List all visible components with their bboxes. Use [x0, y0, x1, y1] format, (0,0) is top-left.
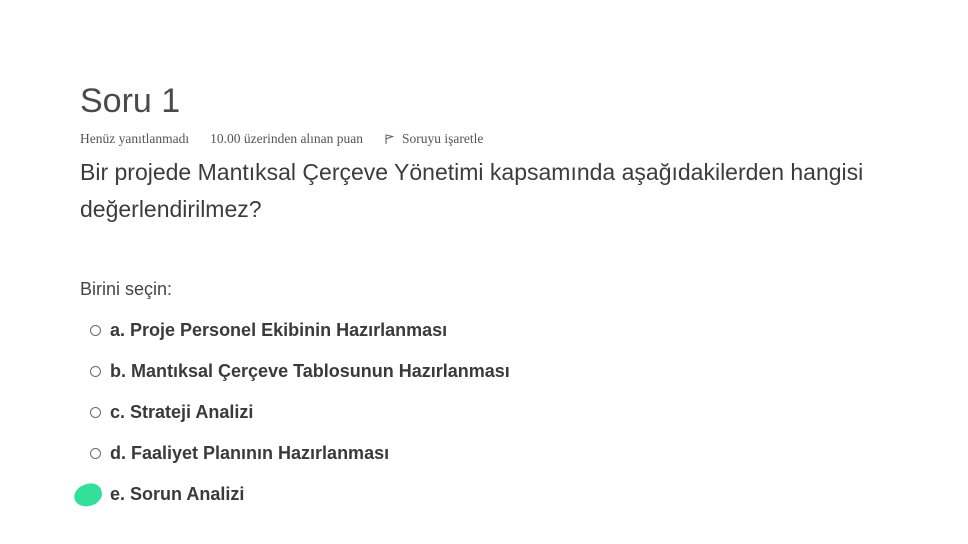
question-title: Soru 1	[80, 82, 181, 120]
radio-circle-icon	[89, 366, 101, 377]
flag-label: Soruyu işaretle	[402, 131, 484, 146]
question-info: Henüz yanıtlanmadı 10.00 üzerinden alına…	[80, 130, 968, 148]
question-grade: 10.00 üzerinden alınan puan	[210, 131, 364, 146]
flag-question-link[interactable]: Soruyu işaretle	[384, 131, 483, 147]
answer-option-e[interactable]: e. Sorun Analizi	[71, 474, 968, 515]
radio-a[interactable]	[80, 325, 110, 336]
radio-circle-icon	[89, 407, 101, 418]
flag-icon	[384, 133, 396, 145]
answer-label-e: e. Sorun Analizi	[110, 484, 245, 504]
answer-label-c: c. Strateji Analizi	[110, 402, 254, 422]
answer-option-c[interactable]: c. Strateji Analizi	[80, 392, 968, 433]
answer-prompt: Birini seçin:	[80, 279, 173, 299]
answer-list: a. Proje Personel Ekibinin Hazırlanması …	[71, 310, 968, 515]
answer-option-a[interactable]: a. Proje Personel Ekibinin Hazırlanması	[80, 310, 968, 351]
question-text: Bir projede Mantıksal Çerçeve Yönetimi k…	[80, 159, 864, 222]
answer-label-b: b. Mantıksal Çerçeve Tablosunun Hazırlan…	[110, 361, 510, 381]
radio-d[interactable]	[80, 448, 110, 459]
answer-label-a: a. Proje Personel Ekibinin Hazırlanması	[110, 320, 448, 340]
answer-option-d[interactable]: d. Faaliyet Planının Hazırlanması	[80, 433, 968, 474]
radio-circle-icon	[89, 325, 101, 336]
radio-c[interactable]	[80, 407, 110, 418]
question-container: Soru 1 Henüz yanıtlanmadı 10.00 üzerinde…	[71, 78, 968, 515]
answer-option-b[interactable]: b. Mantıksal Çerçeve Tablosunun Hazırlan…	[80, 351, 968, 392]
answer-label-d: d. Faaliyet Planının Hazırlanması	[110, 443, 390, 463]
radio-b[interactable]	[80, 366, 110, 377]
highlighter-mark	[71, 480, 105, 509]
question-state: Henüz yanıtlanmadı	[80, 131, 190, 146]
radio-circle-icon	[89, 448, 101, 459]
